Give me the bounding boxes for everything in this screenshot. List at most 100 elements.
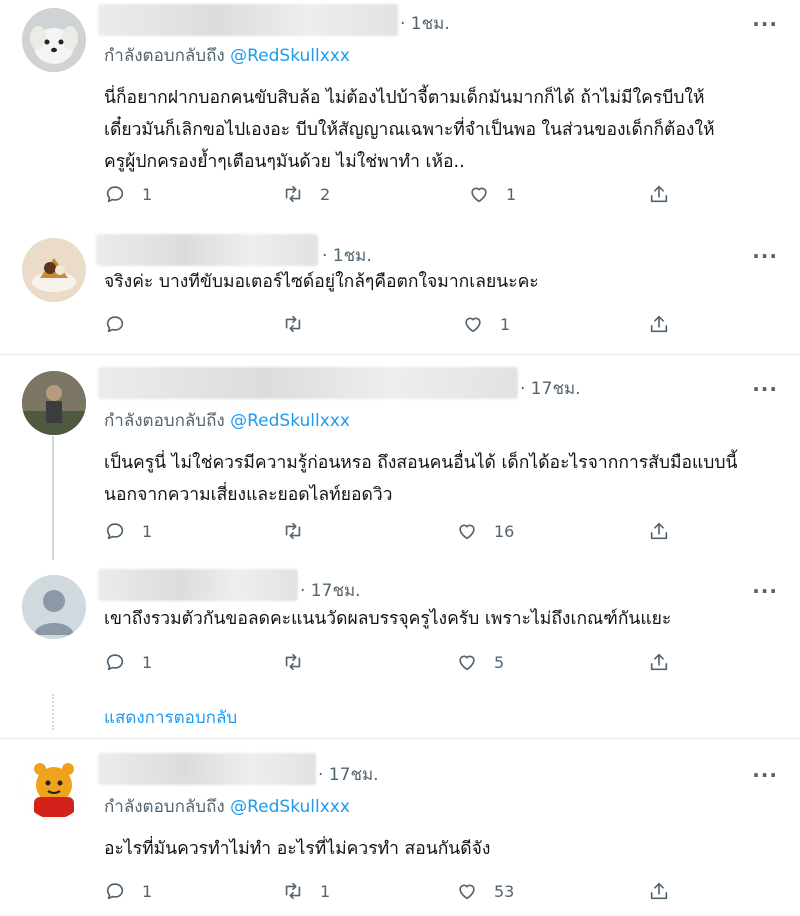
avatar[interactable] xyxy=(22,575,86,639)
share-icon xyxy=(650,882,668,900)
retweet-button[interactable]: 1 xyxy=(282,879,330,903)
retweet-icon xyxy=(285,522,301,540)
tweet-actions: 1 2 1 xyxy=(104,182,684,206)
tweet[interactable]: · 17ชม. ··· เขาถึงรวมตัวกันขอลดคะแนนวัดผ… xyxy=(0,565,800,685)
replying-handle-link[interactable]: @RedSkullxxx xyxy=(230,411,350,431)
retweet-count: 2 xyxy=(320,184,331,204)
tweet[interactable]: · 17ชม. ··· กำลังตอบกลับถึง @RedSkullxxx… xyxy=(0,355,800,565)
share-button[interactable] xyxy=(648,312,670,336)
tweet-time[interactable]: · 17ชม. xyxy=(318,761,379,788)
like-button[interactable]: 1 xyxy=(468,182,516,206)
tweet[interactable]: · 17ชม. ··· กำลังตอบกลับถึง @RedSkullxxx… xyxy=(0,739,800,916)
reply-button[interactable]: 1 xyxy=(104,182,152,206)
tweet-text: จริงค่ะ บางทีขับมอเตอร์ไซด์อยู่ใกล้ๆคือต… xyxy=(104,266,539,298)
more-icon[interactable]: ··· xyxy=(752,246,778,266)
replying-prefix: กำลังตอบกลับถึง xyxy=(104,797,225,817)
tweet-text-line: นอกจากความเสี่ยงและยอดไลท์ยอดวิว xyxy=(104,485,393,505)
tweet-text-line: เป็นครูนี่ ไม่ใช่ควรมีความรู้ก่อนหรอ ถึง… xyxy=(104,453,738,473)
share-icon xyxy=(650,522,668,540)
more-icon[interactable]: ··· xyxy=(752,581,778,601)
reply-count: 1 xyxy=(142,881,153,901)
reply-count: 1 xyxy=(142,521,153,541)
tweet-text-line: อะไรที่มันควรทำไม่ทำ อะไรที่ไม่ควรทำ สอน… xyxy=(104,839,491,859)
blurred-username xyxy=(98,4,398,36)
share-button[interactable] xyxy=(648,519,670,543)
replying-to: กำลังตอบกลับถึง @RedSkullxxx xyxy=(104,793,350,820)
tweet[interactable]: · 1ชม. ··· กำลังตอบกลับถึง @RedSkullxxx … xyxy=(0,0,800,232)
share-button[interactable] xyxy=(648,650,670,674)
reply-button[interactable]: 1 xyxy=(104,879,152,903)
more-icon[interactable]: ··· xyxy=(752,14,778,34)
tweet-text: เขาถึงรวมตัวกันขอลดคะแนนวัดผลบรรจุครูไงค… xyxy=(104,603,671,635)
heart-icon xyxy=(471,187,487,203)
thread-dots xyxy=(52,694,54,730)
reply-button[interactable]: 1 xyxy=(104,519,152,543)
like-button[interactable]: 1 xyxy=(462,312,510,336)
replying-prefix: กำลังตอบกลับถึง xyxy=(104,411,225,431)
blurred-username xyxy=(98,367,518,399)
avatar-dessert-image xyxy=(22,238,86,302)
tweet-actions: 1 5 xyxy=(104,650,684,674)
retweet-count: 1 xyxy=(320,881,331,901)
reply-icon xyxy=(106,883,124,900)
like-count: 1 xyxy=(500,314,511,334)
reply-count: 1 xyxy=(142,184,153,204)
tweet-time[interactable]: · 1ชม. xyxy=(322,242,372,269)
tweet-actions: 1 1 53 xyxy=(104,879,684,903)
blurred-username xyxy=(98,753,316,785)
blurred-username xyxy=(96,234,318,266)
tweet[interactable]: · 1ชม. ··· จริงค่ะ บางทีขับมอเตอร์ไซด์อย… xyxy=(0,232,800,354)
like-button[interactable]: 16 xyxy=(456,519,514,543)
replying-to: กำลังตอบกลับถึง @RedSkullxxx xyxy=(104,407,350,434)
retweet-button[interactable] xyxy=(282,650,320,674)
avatar-photo-image xyxy=(22,371,86,435)
like-button[interactable]: 5 xyxy=(456,650,504,674)
reply-icon xyxy=(106,316,124,333)
reply-icon xyxy=(106,654,124,671)
tweet-text: อะไรที่มันควรทำไม่ทำ อะไรที่ไม่ควรทำ สอน… xyxy=(104,833,490,865)
share-button[interactable] xyxy=(648,182,670,206)
like-count: 1 xyxy=(506,184,517,204)
tweet-text-line: ครูผู้ปกครองย้ำๆเตือนๆมันด้วย ไม่ใช่พาทำ… xyxy=(104,152,465,172)
tweet-time[interactable]: · 17ชม. xyxy=(300,577,361,604)
share-icon xyxy=(650,185,668,203)
like-count: 53 xyxy=(494,881,515,901)
reply-button[interactable]: 1 xyxy=(104,650,152,674)
retweet-button[interactable] xyxy=(282,312,320,336)
heart-icon xyxy=(459,884,475,900)
avatar-mascot-image xyxy=(22,755,86,819)
retweet-icon xyxy=(285,185,301,203)
tweet-time[interactable]: · 17ชม. xyxy=(520,375,581,402)
heart-icon xyxy=(459,524,475,540)
like-button[interactable]: 53 xyxy=(456,879,514,903)
more-icon[interactable]: ··· xyxy=(752,379,778,399)
reply-count: 1 xyxy=(142,652,153,672)
avatar[interactable] xyxy=(22,8,86,72)
heart-icon xyxy=(459,655,475,671)
avatar[interactable] xyxy=(22,371,86,435)
retweet-button[interactable]: 2 xyxy=(282,182,330,206)
retweet-button[interactable] xyxy=(282,519,320,543)
replying-handle-link[interactable]: @RedSkullxxx xyxy=(230,46,350,66)
replying-handle-link[interactable]: @RedSkullxxx xyxy=(230,797,350,817)
share-button[interactable] xyxy=(648,879,670,903)
tweet-time[interactable]: · 1ชม. xyxy=(400,10,450,37)
tweet-text-line: เขาถึงรวมตัวกันขอลดคะแนนวัดผลบรรจุครูไงค… xyxy=(104,609,672,629)
reply-button[interactable] xyxy=(104,312,142,336)
tweet-actions: 1 xyxy=(104,312,684,336)
blurred-username xyxy=(98,569,298,601)
share-icon xyxy=(650,653,668,671)
replying-prefix: กำลังตอบกลับถึง xyxy=(104,46,225,66)
share-icon xyxy=(650,315,668,333)
tweet-text-line: จริงค่ะ บางทีขับมอเตอร์ไซด์อยู่ใกล้ๆคือต… xyxy=(104,272,539,292)
replying-to: กำลังตอบกลับถึง @RedSkullxxx xyxy=(104,42,350,69)
retweet-icon xyxy=(285,315,301,333)
avatar[interactable] xyxy=(22,755,86,819)
show-replies-link[interactable]: แสดงการตอบกลับ xyxy=(104,704,237,731)
retweet-icon xyxy=(285,882,301,900)
default-avatar-icon xyxy=(22,575,86,639)
reply-icon xyxy=(106,523,124,540)
avatar-dog-image xyxy=(22,8,86,72)
avatar[interactable] xyxy=(22,238,86,302)
more-icon[interactable]: ··· xyxy=(752,765,778,785)
